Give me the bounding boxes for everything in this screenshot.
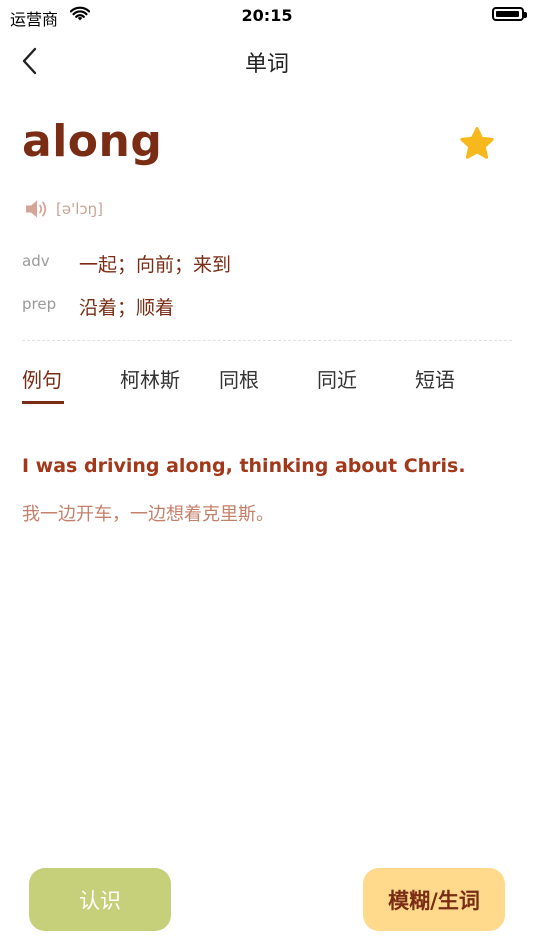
speaker-icon[interactable] [24, 198, 50, 220]
known-button[interactable]: 认识 [29, 868, 171, 931]
example-sentence-cn: 我一边开车，一边想着克里斯。 [22, 504, 274, 525]
star-icon[interactable] [458, 126, 496, 162]
battery-icon [492, 7, 524, 21]
battery-tip [524, 12, 527, 18]
clock: 20:15 [241, 6, 293, 25]
word-headword: along [22, 116, 163, 167]
divider [22, 340, 512, 341]
page-title: 单词 [244, 52, 289, 77]
active-tab-indicator [22, 401, 64, 404]
definition-pos: adv [22, 252, 50, 270]
tab-examples[interactable]: 例句 [22, 364, 62, 393]
tab-collins[interactable]: 柯林斯 [120, 364, 180, 393]
definition-pos: prep [22, 295, 57, 313]
phonetic: [ə'lɔŋ] [56, 200, 103, 218]
tab-cognates[interactable]: 同根 [219, 364, 259, 393]
definition-meaning: 沿着；顺着 [79, 297, 175, 319]
definition-meaning: 一起；向前；来到 [79, 254, 232, 276]
status-bar: 运营商 20:15 [0, 0, 534, 30]
tab-phrases[interactable]: 短语 [415, 364, 455, 393]
tab-synonyms[interactable]: 同近 [317, 364, 357, 393]
example-sentence-en: I was driving along, thinking about Chri… [22, 455, 466, 477]
unknown-button[interactable]: 模糊/生词 [363, 868, 505, 931]
